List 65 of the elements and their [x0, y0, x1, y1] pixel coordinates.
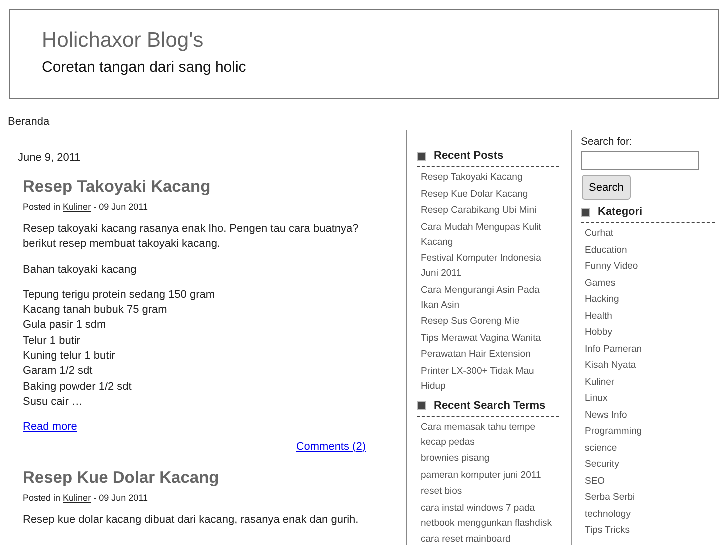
sidebar-link[interactable]: technology [585, 506, 715, 522]
widget-title: Kategori [598, 206, 643, 218]
sidebar-link[interactable]: science [585, 440, 715, 456]
sidebar-link[interactable]: cara reset mainboard [421, 532, 559, 545]
post-text: Bahan takoyaki kacang [23, 262, 138, 278]
post-text: Gula pasir 1 sdm [23, 318, 108, 334]
sidebar-link[interactable]: Resep Sus Goreng Mie [421, 314, 559, 329]
search-field[interactable] [581, 151, 699, 170]
post-meta: Posted in Kuliner - 09 Jun 2011 [23, 202, 149, 212]
post-text: Telur 1 butir [23, 334, 82, 349]
category-link[interactable]: Kuliner [63, 492, 92, 503]
sidebar-link[interactable]: SEO [585, 474, 715, 488]
post-title[interactable]: Resep Kue Dolar Kacang [23, 468, 366, 488]
sidebar-link[interactable]: Resep Takoyaki Kacang [421, 170, 559, 185]
sidebar-link[interactable]: Festival Komputer Indonesia Juni 2011 [421, 251, 559, 281]
search-label: Search for: [581, 136, 634, 148]
sidebar-link[interactable]: Resep Carabikang Ubi Mini [421, 203, 559, 218]
sidebar-link[interactable]: Cara Mengurangi Asin Pada Ikan Asin [421, 282, 559, 312]
sidebar-link[interactable]: Info Pameran [585, 342, 715, 356]
square-icon [417, 401, 426, 410]
post-title[interactable]: Resep Takoyaki Kacang [23, 178, 366, 197]
sidebar-link[interactable]: Programming [585, 424, 715, 439]
sidebar-link[interactable]: Security [585, 457, 715, 472]
category-link[interactable]: Kuliner [63, 202, 92, 212]
sidebar-link[interactable]: Kuliner [585, 374, 715, 390]
read-more-link[interactable]: Read more [23, 421, 78, 434]
sidebar-link[interactable]: Hobby [585, 325, 715, 340]
comments-link[interactable]: Comments (2) [296, 440, 366, 453]
nav-link[interactable]: Beranda [8, 116, 50, 128]
post-text: Garam 1/2 sdt [23, 364, 94, 380]
sidebar-link[interactable]: Funny Video [585, 259, 715, 274]
sidebar-link[interactable]: Education [585, 242, 715, 258]
sidebar-link[interactable]: Cara Mudah Mengupas Kulit Kacang [421, 220, 559, 250]
post-text: Tepung terigu protein sedang 150 gram [23, 288, 216, 303]
square-icon [417, 152, 426, 160]
sidebar-link[interactable]: Curhat [585, 226, 715, 241]
search-button[interactable]: Search [582, 175, 631, 200]
post-text: Resep kue dolar kacang dibuat dari kacang, rasanya enak dan gurih. [23, 512, 360, 528]
sidebar-link[interactable]: Kisah Nyata [585, 358, 715, 373]
site-tagline: Coretan tangan dari sang holic [42, 59, 248, 76]
sidebar-link[interactable]: Serba Serbi [585, 490, 715, 505]
sidebar-link[interactable]: pameran komputer juni 2011 [421, 468, 559, 482]
sidebar-link[interactable]: News Info [585, 408, 715, 422]
square-icon [581, 208, 590, 216]
widget-title: Recent Search Terms [434, 400, 546, 412]
sidebar-link[interactable]: Tips Merawat Vagina Wanita [421, 330, 559, 346]
sidebar-link[interactable]: Printer LX-300+ Tidak Mau Hidup [421, 364, 559, 394]
post-date: June 9, 2011 [18, 152, 82, 164]
post-text: Kacang tanah bubuk 75 gram [23, 303, 168, 318]
widget-title: Recent Posts [434, 150, 504, 162]
post-text: Susu cair … [23, 394, 84, 410]
post-text: Resep takoyaki kacang rasanya enak lho. Pengen tau cara buatnya? berikut resep membuat takoyaki kacang. [23, 222, 360, 252]
sidebar-link[interactable]: reset bios [421, 484, 559, 499]
site-title[interactable]: Holichaxor Blog's [42, 29, 686, 53]
sidebar-link[interactable]: Perawatan Hair Extension [421, 347, 559, 362]
post-text: Baking powder 1/2 sdt [23, 380, 133, 395]
sidebar-link[interactable]: Linux [585, 391, 715, 406]
sidebar-link[interactable]: Hacking [585, 292, 715, 307]
sidebar-link[interactable]: Games [585, 276, 715, 290]
sidebar-link[interactable]: Resep Kue Dolar Kacang [421, 186, 559, 202]
sidebar-link[interactable]: Health [585, 308, 715, 324]
sidebar-link[interactable]: Tips Tricks [585, 523, 715, 538]
sidebar-link[interactable]: brownies pisang [421, 451, 559, 466]
post-text: Kuning telur 1 butir [23, 349, 116, 364]
post-meta: Posted in Kuliner - 09 Jun 2011 [23, 492, 149, 503]
